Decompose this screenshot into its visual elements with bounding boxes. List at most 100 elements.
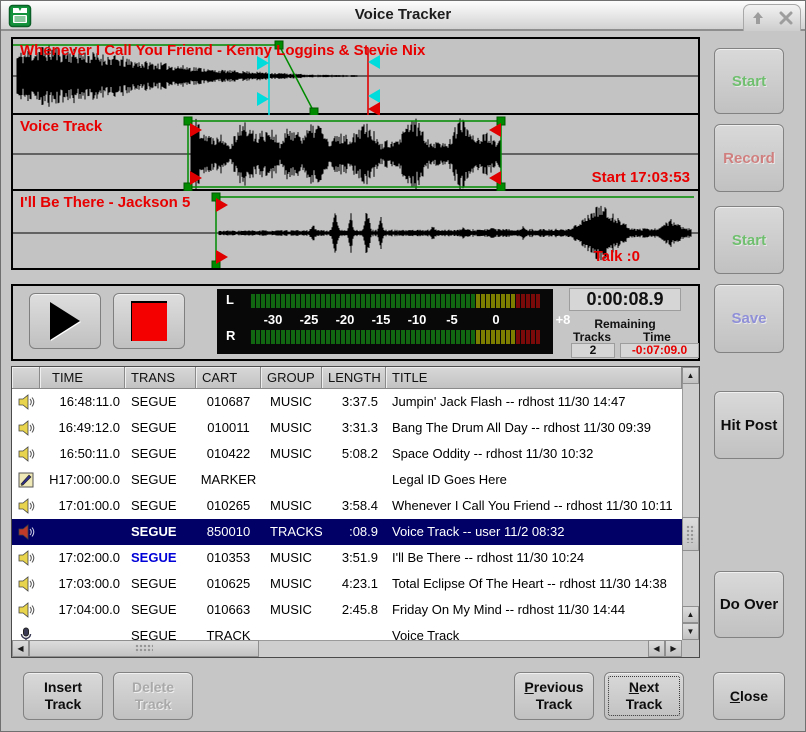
waveform-track-2[interactable]: Voice Track Start 17:03:53 — [13, 115, 698, 191]
waveform-track-3[interactable]: I'll Be There - Jackson 5Talk :0 — [13, 191, 698, 268]
cell-group: MUSIC — [261, 389, 322, 415]
horizontal-scrollbar[interactable]: ◀ ◀ ▶ — [12, 640, 682, 657]
elapsed-time-display: 0:00:08.9 — [569, 288, 681, 311]
vu-segment — [286, 294, 290, 308]
vu-segment — [271, 330, 275, 344]
cell-trans: SEGUE — [125, 597, 196, 623]
vu-segment — [261, 330, 265, 344]
cell-trans: SEGUE — [125, 467, 196, 493]
scroll-right-button[interactable]: ▶ — [665, 640, 682, 657]
vu-segment — [526, 330, 530, 344]
close-button[interactable]: Close — [713, 672, 785, 720]
track-overlay-text: Talk :0 — [594, 248, 640, 265]
audio-waveform — [191, 118, 501, 189]
stop-button[interactable] — [113, 293, 185, 349]
speaker-icon — [12, 545, 40, 571]
vu-scale-tick: -30 — [264, 312, 283, 327]
vu-segment — [391, 330, 395, 344]
vu-scale-tick: -15 — [372, 312, 391, 327]
cell-cart: 010011 — [196, 415, 261, 441]
marker-triangle — [216, 250, 228, 264]
cell-trans: SEGUE — [125, 571, 196, 597]
play-button[interactable] — [29, 293, 101, 349]
log-header-trans[interactable]: TRANS — [125, 367, 196, 389]
horizontal-scroll-thumb[interactable] — [29, 640, 259, 657]
vu-scale-tick: 0 — [492, 312, 499, 327]
log-header-cart[interactable]: CART — [196, 367, 261, 389]
vu-right-bar — [251, 330, 541, 344]
button-label: PreviousTrack — [524, 679, 583, 713]
scroll-left-button-2[interactable]: ◀ — [648, 640, 665, 657]
button-label: NextTrack — [626, 679, 663, 713]
window-controls — [743, 4, 801, 31]
cell-trans: SEGUE — [125, 493, 196, 519]
log-row[interactable]: 16:49:12.0SEGUE010011MUSIC3:31.3Bang The… — [12, 415, 682, 441]
vu-segment — [486, 294, 490, 308]
shade-button[interactable] — [750, 10, 766, 26]
vu-scale-tick: -5 — [446, 312, 458, 327]
cell-title: Whenever I Call You Friend -- rdhost 11/… — [386, 493, 682, 519]
vu-segment — [261, 294, 265, 308]
waveform-track-1[interactable]: Whenever I Call You Friend - Kenny Loggi… — [13, 39, 698, 115]
cell-trans: SEGUE — [125, 415, 196, 441]
vu-segment — [326, 330, 330, 344]
vu-segment — [531, 294, 535, 308]
log-header-title[interactable]: TITLE — [386, 367, 682, 389]
vu-segment — [536, 330, 540, 344]
button-label: Close — [730, 688, 768, 705]
log-row[interactable]: SEGUETRACKVoice Track — [12, 623, 682, 640]
vertical-scrollbar[interactable]: ▲ ▲ ▼ — [682, 367, 699, 640]
vu-segment — [351, 294, 355, 308]
vu-segment — [266, 294, 270, 308]
scroll-up-button[interactable]: ▲ — [682, 367, 699, 384]
vu-segment — [526, 294, 530, 308]
cell-time: 17:03:00.0 — [40, 571, 125, 597]
hit-post-button[interactable]: Hit Post — [714, 391, 784, 459]
track-overlay-text: Start 17:03:53 — [592, 169, 690, 186]
log-row[interactable]: 16:50:11.0SEGUE010422MUSIC5:08.2Space Od… — [12, 441, 682, 467]
log-row[interactable]: 17:02:00.0SEGUE010353MUSIC3:51.9I'll Be … — [12, 545, 682, 571]
next-track-button[interactable]: NextTrack — [604, 672, 684, 720]
log-header-group[interactable]: GROUP — [261, 367, 322, 389]
insert-track-button[interactable]: InsertTrack — [23, 672, 103, 720]
log-header-length[interactable]: LENGTH — [322, 367, 386, 389]
scroll-up-button-2[interactable]: ▲ — [682, 606, 699, 623]
vu-segment — [416, 330, 420, 344]
cell-title: I'll Be There -- rdhost 11/30 10:24 — [386, 545, 682, 571]
vu-segment — [501, 294, 505, 308]
do-over-button[interactable]: Do Over — [714, 571, 784, 638]
record-button[interactable]: Record — [714, 124, 784, 192]
vu-segment — [471, 294, 475, 308]
vu-segment — [506, 294, 510, 308]
previous-track-button[interactable]: PreviousTrack — [514, 672, 594, 720]
save-button[interactable]: Save — [714, 284, 784, 353]
log-row[interactable]: H17:00:00.0SEGUEMARKERLegal ID Goes Here — [12, 467, 682, 493]
vu-segment — [446, 330, 450, 344]
vu-segment — [466, 294, 470, 308]
delete-track-button[interactable]: DeleteTrack — [113, 672, 193, 720]
vu-segment — [316, 294, 320, 308]
stop-icon — [131, 301, 167, 341]
track-title: Voice Track — [20, 118, 102, 135]
vu-segment — [291, 330, 295, 344]
cell-title: Legal ID Goes Here — [386, 467, 682, 493]
log-row[interactable]: 17:01:00.0SEGUE010265MUSIC3:58.4Whenever… — [12, 493, 682, 519]
vertical-scroll-thumb[interactable] — [682, 517, 699, 551]
vu-segment — [426, 294, 430, 308]
log-header-time[interactable]: TIME — [40, 367, 125, 389]
log-row[interactable]: SEGUE850010TRACKS:08.9Voice Track -- use… — [12, 519, 682, 545]
cell-length: 4:23.1 — [322, 571, 386, 597]
vu-segment — [396, 294, 400, 308]
log-row[interactable]: 17:03:00.0SEGUE010625MUSIC4:23.1Total Ec… — [12, 571, 682, 597]
vu-segment — [306, 294, 310, 308]
start-button[interactable]: Start — [714, 48, 784, 114]
log-row[interactable]: 17:04:00.0SEGUE010663MUSIC2:45.8Friday O… — [12, 597, 682, 623]
scroll-left-button[interactable]: ◀ — [12, 640, 29, 657]
scroll-down-button[interactable]: ▼ — [682, 623, 699, 640]
log-row[interactable]: 16:48:11.0SEGUE010687MUSIC3:37.5Jumpin' … — [12, 389, 682, 415]
close-button[interactable] — [778, 10, 794, 26]
remaining-time-value: -0:07:09.0 — [620, 343, 699, 358]
vu-segment — [326, 294, 330, 308]
start-button[interactable]: Start — [714, 206, 784, 274]
log-header-icon[interactable] — [12, 367, 40, 389]
